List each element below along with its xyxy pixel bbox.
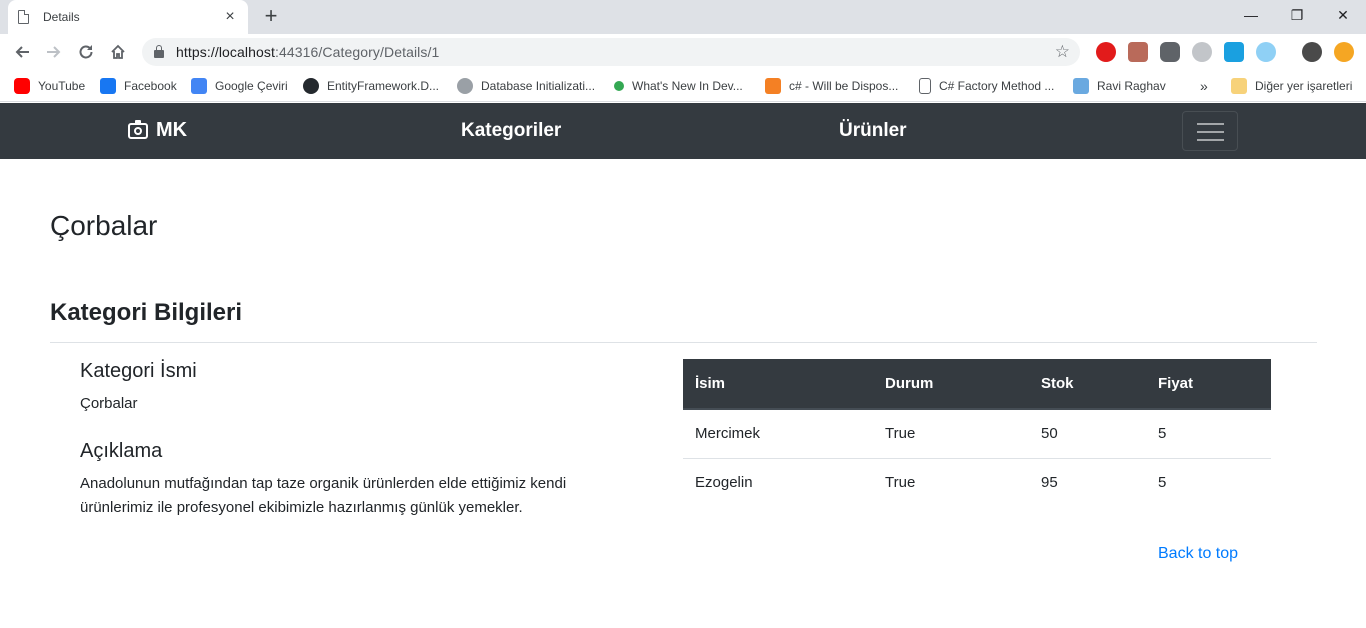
restore-button[interactable]: ❐ [1274, 0, 1320, 30]
column-header-durum: Durum [873, 359, 1029, 410]
bookmark-whats-new[interactable]: What's New In Dev... [611, 76, 743, 96]
column-header-fiyat: Fiyat [1146, 359, 1271, 410]
bookmark-youtube[interactable]: YouTube [14, 76, 85, 96]
brand-text: MK [156, 119, 188, 141]
page-icon [18, 9, 30, 24]
back-button[interactable] [9, 39, 35, 65]
cell-stock: 50 [1041, 425, 1058, 443]
tab-title: Details [43, 10, 80, 24]
bookmark-ravi-raghav[interactable]: Ravi Raghav [1073, 76, 1166, 96]
bookmark-entityframework[interactable]: EntityFramework.D... [303, 76, 439, 96]
close-window-button[interactable]: ✕ [1320, 0, 1366, 30]
hamburger-icon-line [1197, 131, 1224, 133]
description-label: Açıklama [80, 440, 163, 462]
camera-icon [128, 119, 148, 139]
new-tab-button[interactable]: + [259, 4, 283, 28]
screenshot-extension-icon[interactable] [1224, 42, 1244, 62]
bookmark-other-folder[interactable]: Diğer yer işaretleri [1231, 76, 1352, 96]
section-title: Kategori Bilgileri [50, 299, 243, 326]
nav-link-urunler[interactable]: Ürünler [839, 120, 907, 142]
table-row: Ezogelin True 95 5 [683, 457, 1271, 507]
reload-icon [79, 45, 93, 59]
url-text: https://localhost:44316/Category/Details… [176, 44, 440, 60]
home-button[interactable] [105, 39, 131, 65]
arrow-right-icon [47, 46, 61, 58]
bookmark-star-icon[interactable]: ☆ [1055, 42, 1070, 62]
bookmark-database-init[interactable]: Database Initializati... [457, 76, 595, 96]
bookmark-facebook[interactable]: Facebook [100, 76, 177, 96]
adblock-extension-icon[interactable] [1096, 42, 1116, 62]
tab-strip: Details × + — ❐ ✕ [0, 0, 1366, 34]
update-icon[interactable] [1334, 42, 1354, 62]
hamburger-icon [1197, 123, 1224, 125]
column-header-stok: Stok [1029, 359, 1146, 410]
cloud-extension-icon[interactable] [1256, 42, 1276, 62]
table-header-row: İsim Durum Stok Fiyat [683, 359, 1271, 410]
cell-name: Mercimek [695, 425, 761, 443]
browser-tab[interactable]: Details × [8, 0, 248, 34]
description-value: Anadolunun mutfağından tap taze organik … [80, 475, 567, 516]
category-name-label: Kategori İsmi [80, 360, 197, 382]
column-header-isim: İsim [683, 359, 873, 410]
home-icon [111, 44, 125, 59]
navbar-toggler-button[interactable] [1182, 111, 1238, 151]
bookmark-factory-method[interactable]: C# Factory Method ... [919, 76, 1054, 96]
page-icon [919, 78, 931, 94]
hamburger-icon-line [1197, 139, 1224, 141]
close-tab-icon[interactable]: × [222, 8, 238, 26]
cell-name: Ezogelin [683, 457, 873, 507]
bookmark-stackoverflow[interactable]: c# - Will be Dispos... [765, 76, 898, 96]
forward-button[interactable] [41, 39, 67, 65]
minimize-button[interactable]: — [1228, 0, 1274, 30]
youtube-icon [14, 78, 30, 94]
page-title: Çorbalar [50, 210, 158, 241]
site-icon [614, 81, 624, 91]
browser-toolbar: https://localhost:44316/Category/Details… [0, 34, 1366, 70]
bookmark-google-translate[interactable]: Google Çeviri [191, 76, 288, 96]
bookmarks-overflow-button[interactable]: » [1200, 76, 1208, 96]
pdf-extension-icon[interactable] [1128, 42, 1148, 62]
products-table: İsim Durum Stok Fiyat Mercimek True 50 5… [683, 359, 1271, 507]
bookmarks-bar: YouTube Facebook Google Çeviri EntityFra… [0, 70, 1366, 102]
site-icon [457, 78, 473, 94]
profile-avatar[interactable] [1302, 42, 1322, 62]
brand-link[interactable]: MK [128, 119, 187, 142]
cell-status: True [885, 425, 916, 443]
folder-icon [1231, 78, 1247, 94]
arrow-left-icon [15, 46, 29, 58]
stackoverflow-icon [765, 78, 781, 94]
cell-price: 5 [1146, 457, 1271, 507]
lock-icon [154, 45, 164, 58]
back-to-top-link[interactable]: Back to top [1158, 545, 1238, 563]
facebook-icon [100, 78, 116, 94]
reload-button[interactable] [73, 39, 99, 65]
google-translate-icon [191, 78, 207, 94]
divider [50, 342, 1317, 343]
cell-stock: 95 [1029, 457, 1146, 507]
keep-extension-icon[interactable] [1160, 42, 1180, 62]
nav-link-kategoriler[interactable]: Kategoriler [461, 120, 561, 142]
paw-extension-icon[interactable] [1192, 42, 1212, 62]
table-row: Mercimek True 50 5 [683, 409, 1271, 458]
site-icon [1073, 78, 1089, 94]
cell-price: 5 [1158, 425, 1167, 443]
site-navbar: MK Kategoriler Ürünler [0, 103, 1366, 159]
category-name-value: Çorbalar [80, 395, 138, 412]
github-icon [303, 78, 319, 94]
address-bar[interactable]: https://localhost:44316/Category/Details… [142, 38, 1080, 66]
cell-status: True [873, 457, 1029, 507]
